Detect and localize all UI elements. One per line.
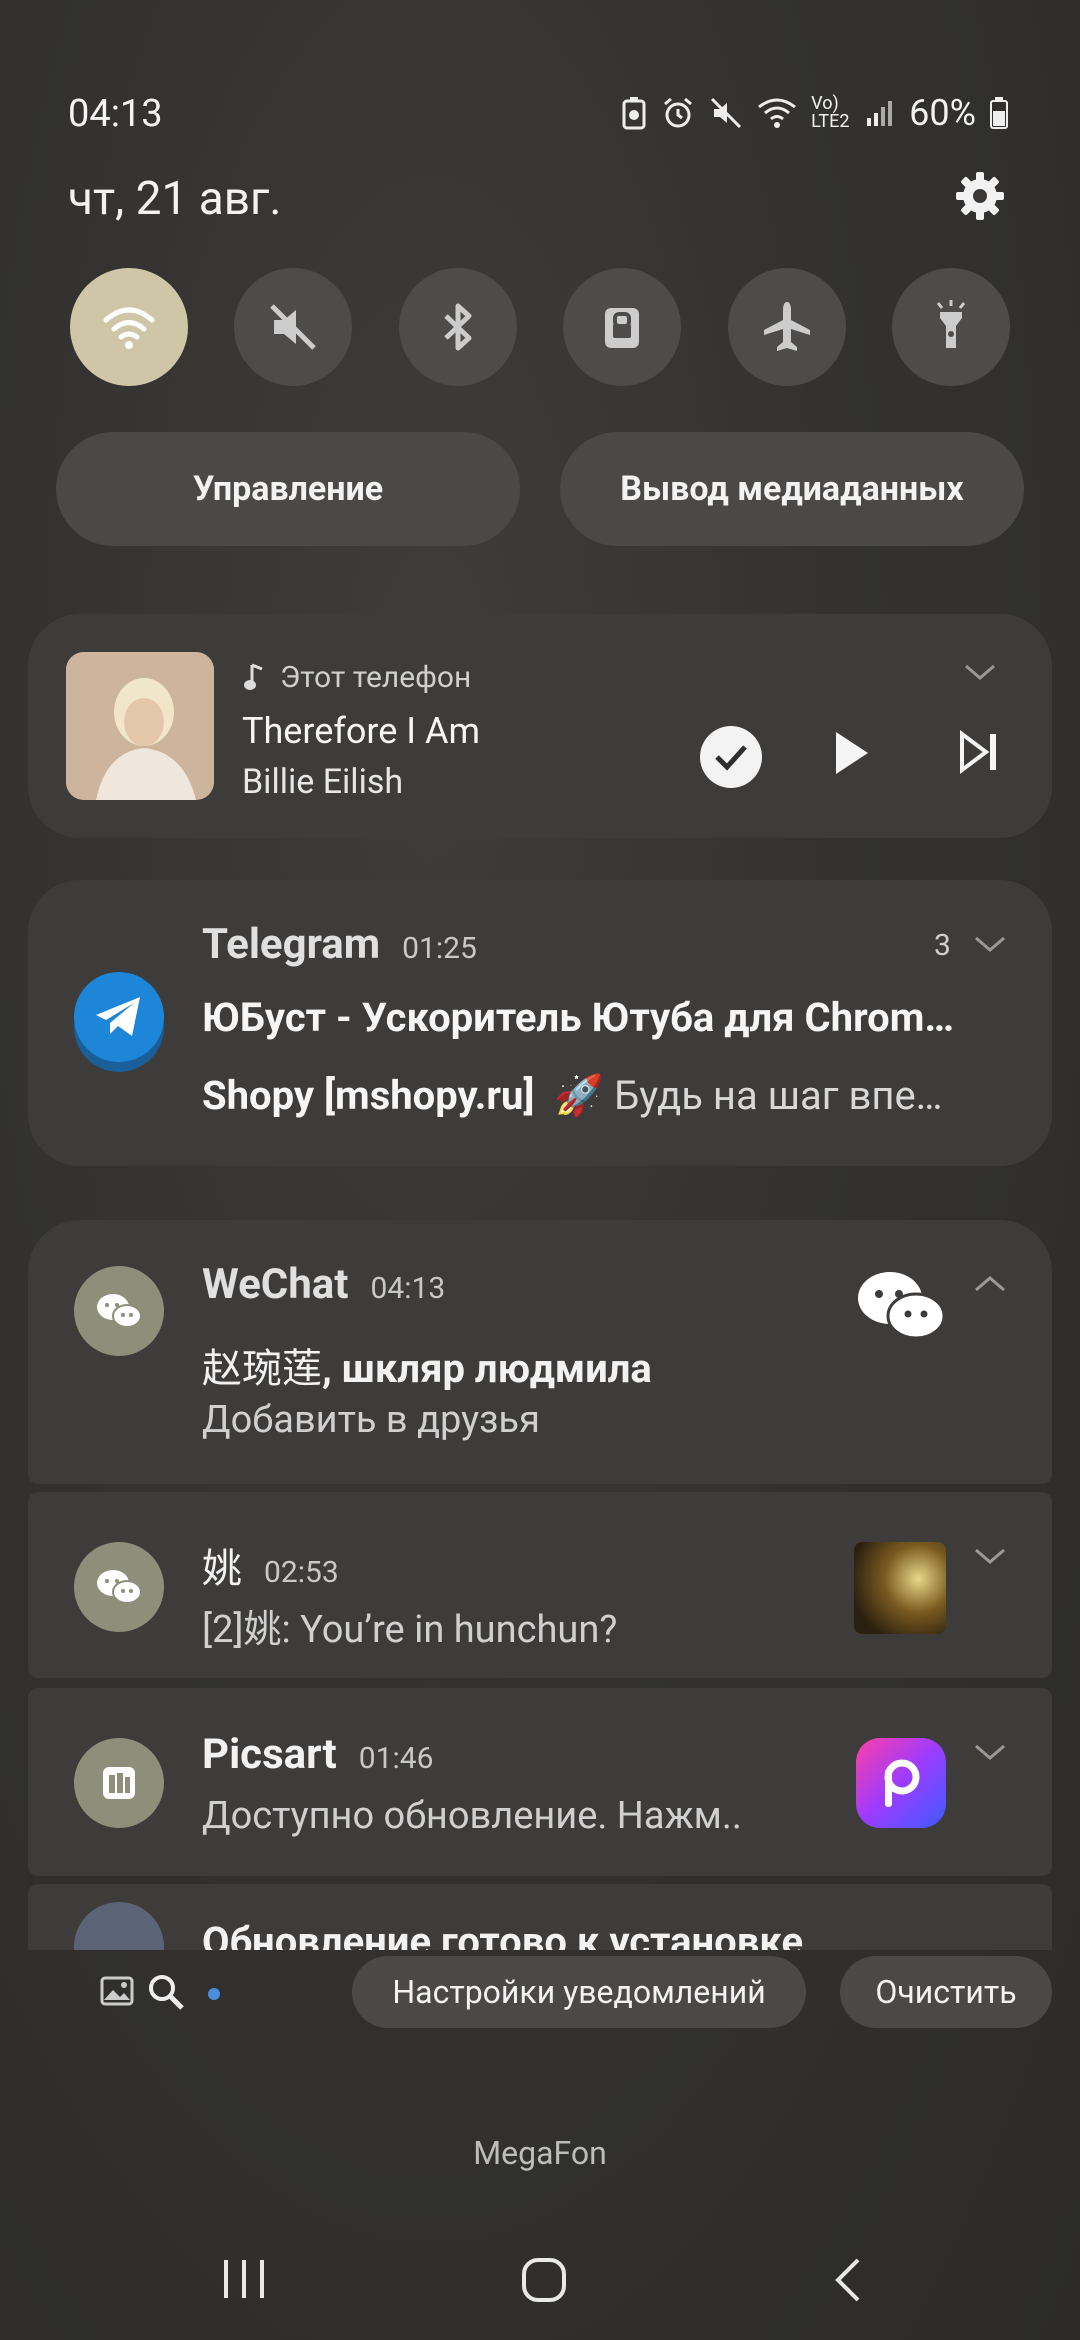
wechat-icon: [97, 1294, 142, 1328]
yao-time: 02:53: [264, 1555, 339, 1590]
yao-avatar: [854, 1542, 946, 1634]
status-time: 04:13: [68, 92, 163, 136]
notification-settings-button[interactable]: Настройки уведомлений: [352, 1956, 806, 2028]
back-icon[interactable]: [830, 2256, 866, 2304]
search-icon: [149, 1975, 184, 2010]
wifi-status-icon: [758, 98, 797, 128]
telegram-message: Shopy [mshopy.ru] 🚀 Будь на шаг впе…: [202, 1072, 1002, 1119]
skip-next-icon[interactable]: [958, 730, 1000, 774]
telegram-sender: Shopy [mshopy.ru]: [202, 1072, 535, 1119]
yao-message: [2]姚: You’re in hunchun?: [202, 1608, 618, 1652]
wechat-logo-icon: [858, 1272, 946, 1340]
wechat-app-name: WeChat: [202, 1260, 349, 1309]
airplane-icon: [763, 302, 810, 351]
telegram-count: 3: [934, 928, 951, 963]
check-icon: [715, 745, 747, 771]
like-check-button[interactable]: [700, 726, 762, 788]
status-icons: Vo) LTE2 60%: [621, 92, 1008, 134]
pill-row: Управление Вывод медиаданных: [56, 432, 1024, 546]
update-text: Обновление готово к установке: [202, 1918, 804, 1950]
clear-all-button[interactable]: Очистить: [840, 1956, 1052, 2028]
media-output-button[interactable]: Вывод медиаданных: [560, 432, 1024, 546]
music-note-icon: [244, 663, 263, 690]
chevron-down-icon[interactable]: [962, 660, 998, 684]
device-control-button[interactable]: Управление: [56, 432, 520, 546]
yao-name: 姚: [202, 1545, 242, 1592]
update-notification[interactable]: Обновление готово к установке: [28, 1884, 1052, 1950]
telegram-time: 01:25: [402, 931, 477, 966]
picsart-small-icon: [103, 1767, 135, 1799]
screen-lock-toggle[interactable]: [563, 268, 682, 386]
media-title: Therefore I Am: [242, 710, 481, 752]
wechat-time: 04:13: [370, 1271, 446, 1306]
picsart-app-icon: [74, 1738, 164, 1828]
telegram-title: ЮБуст - Ускоритель Ютуба для Chrom…: [202, 994, 954, 1041]
wechat-app-icon: [74, 1266, 164, 1356]
chevron-up-icon[interactable]: [972, 1272, 1008, 1296]
flashlight-toggle[interactable]: [891, 268, 1010, 386]
chevron-down-icon[interactable]: [972, 1544, 1008, 1568]
settings-gear-icon[interactable]: [952, 168, 1008, 224]
notification-footer: Настройки уведомлений Очистить: [0, 1950, 1080, 2060]
home-icon[interactable]: [520, 2256, 568, 2304]
mute-icon: [711, 97, 742, 129]
wechat-header: WeChat 04:13: [202, 1260, 445, 1309]
wechat-message: Добавить в друзья: [202, 1398, 540, 1442]
battery-charging-icon: [990, 97, 1008, 129]
carrier-label: MegaFon: [473, 2134, 607, 2172]
chevron-down-icon[interactable]: [972, 1740, 1008, 1764]
telegram-app-name: Telegram: [202, 920, 381, 969]
flashlight-icon: [936, 300, 966, 348]
telegram-app-icon: [74, 972, 164, 1062]
wifi-icon: [103, 307, 155, 349]
sound-toggle[interactable]: [234, 268, 353, 386]
chevron-down-icon[interactable]: [972, 932, 1008, 956]
sound-mute-icon: [270, 304, 317, 350]
media-artist: Billie Eilish: [242, 762, 404, 802]
screen-lock-icon: [605, 308, 640, 348]
picsart-message: Доступно обновление. Нажм..: [202, 1794, 742, 1838]
wechat-icon: [97, 1570, 142, 1604]
wifi-toggle[interactable]: [70, 268, 188, 386]
media-source-label: Этот телефон: [280, 660, 472, 695]
battery-saver-icon: [622, 97, 646, 130]
date: чт, 21 авг.: [68, 172, 282, 226]
album-art: [66, 652, 214, 800]
picsart-app-name: Picsart: [202, 1730, 337, 1779]
picsart-time: 01:46: [358, 1741, 434, 1776]
recent-apps-icon[interactable]: [220, 2256, 268, 2302]
telegram-header: Telegram 01:25: [202, 920, 477, 969]
wechat-name-ru: , шкляр людмила: [322, 1345, 652, 1392]
picsart-logo-icon: [856, 1738, 946, 1828]
yao-header: 姚 02:53: [202, 1536, 339, 1594]
telegram-icon: [96, 997, 140, 1036]
network-label: Vo) LTE2: [811, 93, 850, 132]
picsart-p-icon: [884, 1759, 920, 1807]
airplane-toggle[interactable]: [727, 268, 846, 386]
picsart-header: Picsart 01:46: [202, 1730, 433, 1779]
battery-percent: 60%: [909, 92, 976, 134]
more-dot-icon: [208, 1988, 220, 2000]
wechat-app-icon: [74, 1542, 164, 1632]
gallery-icon: [100, 1976, 134, 2006]
telegram-message-text: 🚀 Будь на шаг впе…: [554, 1072, 943, 1119]
bluetooth-toggle[interactable]: [398, 268, 517, 386]
media-source: Этот телефон: [244, 660, 471, 695]
play-icon[interactable]: [830, 728, 872, 778]
wechat-names: 赵琬莲, шкляр людмила: [202, 1336, 652, 1394]
quick-toggles: [70, 268, 1010, 386]
alarm-icon: [664, 97, 693, 128]
bluetooth-icon: [444, 303, 472, 351]
signal-icon: [867, 101, 893, 126]
wechat-name-cn: 赵琬莲: [202, 1345, 322, 1392]
